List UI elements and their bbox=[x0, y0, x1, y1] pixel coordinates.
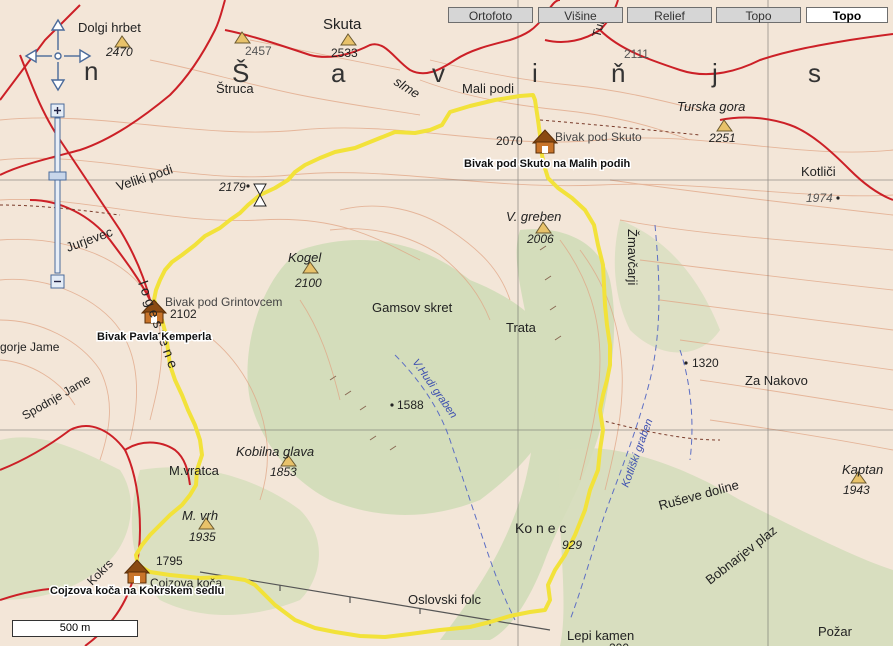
layer-button-relief[interactable]: Relief bbox=[627, 7, 712, 23]
place-label: Gamsov skret bbox=[372, 300, 453, 315]
scale-label: 500 m bbox=[59, 622, 91, 634]
elevation-label: 2100 bbox=[294, 276, 322, 290]
place-label: M.vratca bbox=[169, 463, 220, 478]
elevation-label: 2102 bbox=[170, 307, 197, 321]
range-letter: s bbox=[808, 58, 821, 88]
hut-label: Cojzova koča na Kokrskem sedlu bbox=[50, 585, 224, 597]
elevation-label: 1943 bbox=[843, 483, 870, 497]
zoom-slider-track[interactable] bbox=[54, 117, 61, 274]
elevation-label: 2006 bbox=[526, 232, 554, 246]
place-label: gorje Jame bbox=[0, 340, 60, 354]
place-label: Štruca bbox=[216, 81, 254, 96]
zoom-in-button[interactable] bbox=[50, 103, 65, 118]
zoom-slider-thumb[interactable] bbox=[48, 171, 67, 181]
range-letter: j bbox=[711, 58, 718, 88]
elevation-label: 2251 bbox=[708, 131, 736, 145]
range-letter: v bbox=[432, 58, 445, 88]
elevation-label: 1853 bbox=[270, 465, 297, 479]
active-layer-label: Topo bbox=[806, 7, 888, 23]
layer-button-visine[interactable]: Višine bbox=[538, 7, 623, 23]
topographic-map[interactable]: Š a v i ň j s n Dolgi hrbet Skuta Štruca… bbox=[0, 0, 893, 646]
elevation-label: 2179 bbox=[218, 180, 246, 194]
range-letter: ň bbox=[611, 58, 625, 88]
place-label: Trata bbox=[506, 320, 537, 335]
map-canvas[interactable]: Š a v i ň j s n Dolgi hrbet Skuta Štruca… bbox=[0, 0, 893, 646]
hut-label: Bivak pod Skuto na Malih podih bbox=[464, 158, 631, 170]
elevation-label: 2457 bbox=[245, 44, 272, 58]
elevation-label: 1935 bbox=[189, 530, 216, 544]
scale-bar: 500 m bbox=[12, 620, 138, 637]
place-label: Kobilna glava bbox=[236, 444, 314, 459]
layer-button-ortofoto[interactable]: Ortofoto bbox=[448, 7, 533, 23]
zoom-out-button[interactable] bbox=[50, 274, 65, 289]
place-label: Oslovski folc bbox=[408, 592, 481, 607]
place-label: Turska gora bbox=[677, 99, 745, 114]
range-letter: a bbox=[331, 58, 346, 88]
place-label: Dolgi hrbet bbox=[78, 20, 141, 35]
elevation-label: 929 bbox=[562, 538, 582, 552]
place-label: Kogel bbox=[288, 250, 322, 265]
elevation-label: 2111 bbox=[624, 47, 649, 61]
elevation-label: 1320 bbox=[692, 356, 719, 370]
place-label: Kaptan bbox=[842, 462, 883, 477]
hut-label: Bivak Pavla Kemperla bbox=[97, 331, 212, 343]
place-label: Žmavčarji bbox=[625, 229, 640, 285]
layer-button-topo[interactable]: Topo bbox=[716, 7, 801, 23]
elevation-label: 2070 bbox=[496, 134, 523, 148]
elevation-label: 2470 bbox=[105, 45, 133, 59]
elevation-label: 200 bbox=[609, 641, 629, 646]
elevation-label: 2533 bbox=[331, 46, 358, 60]
place-label: V. greben bbox=[506, 209, 561, 224]
place-label: Kotliči bbox=[801, 164, 836, 179]
range-letter: n bbox=[84, 56, 98, 86]
place-label: Skuta bbox=[323, 16, 362, 33]
place-label: Požar bbox=[818, 624, 853, 639]
place-label: Bivak pod Skuto bbox=[555, 130, 642, 144]
place-label: Mali podi bbox=[462, 81, 514, 96]
elevation-label: 1974 bbox=[806, 191, 833, 205]
place-label: M. vrh bbox=[182, 508, 218, 523]
place-label: Ko n e c bbox=[515, 520, 566, 536]
range-letter: i bbox=[532, 58, 538, 88]
place-label: Za Nakovo bbox=[745, 373, 808, 388]
elevation-label: 1795 bbox=[156, 554, 183, 568]
elevation-label: 1588 bbox=[397, 398, 424, 412]
